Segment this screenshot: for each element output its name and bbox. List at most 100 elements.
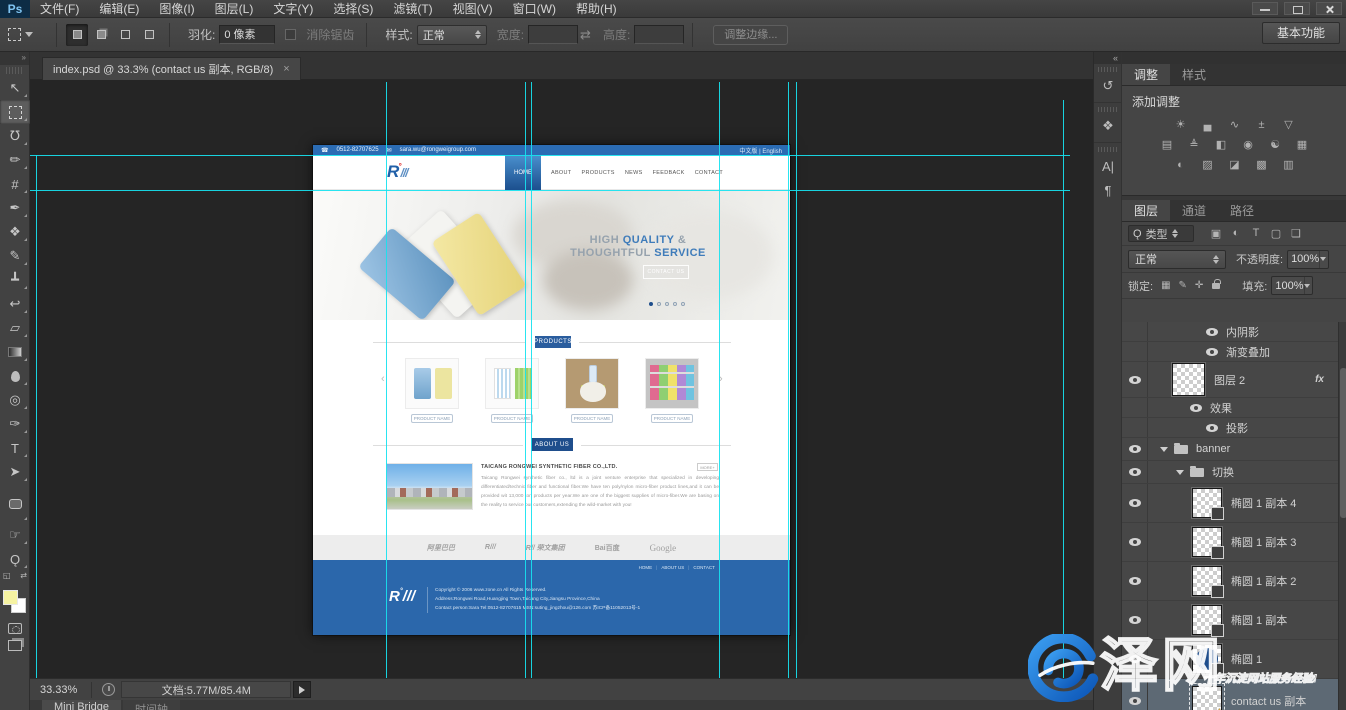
- restore-button[interactable]: [1284, 2, 1310, 15]
- expand-triangle-icon[interactable]: [1160, 447, 1168, 452]
- visibility-toggle[interactable]: [1122, 601, 1148, 639]
- 切换[interactable]: 切换: [1122, 461, 1338, 484]
- feather-input[interactable]: 0 像素: [219, 25, 275, 44]
- crop-tool[interactable]: #: [0, 172, 30, 196]
- visibility-toggle[interactable]: [1122, 640, 1148, 678]
- visibility-toggle[interactable]: [1122, 484, 1148, 522]
- 椭圆 1 副本[interactable]: 椭圆 1 副本: [1122, 601, 1338, 640]
- panel-grip[interactable]: [1098, 107, 1117, 112]
- eyedropper-tool[interactable]: ✒: [0, 196, 30, 220]
- visibility-toggle[interactable]: [1122, 342, 1148, 361]
- tool-preset-picker[interactable]: [8, 24, 48, 46]
- lock-all-icon[interactable]: [1212, 283, 1220, 289]
- path-selection-tool[interactable]: ➤: [0, 460, 30, 484]
- visibility-toggle[interactable]: [1122, 418, 1148, 437]
- lasso-tool[interactable]: ℧: [0, 124, 30, 148]
- black-white-icon[interactable]: ◧: [1211, 137, 1231, 152]
- menu-item[interactable]: 文件(F): [30, 0, 89, 18]
- filter-type-select[interactable]: Ǫ 类型: [1128, 225, 1194, 242]
- tab-styles[interactable]: 样式: [1170, 64, 1218, 85]
- guide-horizontal[interactable]: [30, 155, 1070, 156]
- zoom-tool[interactable]: Ǫ: [0, 547, 30, 571]
- guide-vertical[interactable]: [796, 82, 797, 678]
- antialias-checkbox[interactable]: [285, 29, 296, 40]
- screen-mode-button[interactable]: [8, 640, 22, 651]
- tab-layers[interactable]: 图层: [1122, 200, 1170, 221]
- status-menu-arrow[interactable]: [293, 681, 311, 698]
- levels-icon[interactable]: ▄: [1198, 117, 1218, 132]
- guide-vertical[interactable]: [788, 82, 789, 678]
- 图层 2[interactable]: 图层 2 fx: [1122, 362, 1338, 398]
- guide-vertical[interactable]: [531, 82, 532, 678]
- invert-icon[interactable]: ◐: [1171, 157, 1191, 172]
- history-panel-icon[interactable]: ↺: [1094, 74, 1122, 98]
- color-balance-icon[interactable]: ≜: [1184, 137, 1204, 152]
- gradient-map-icon[interactable]: ▩: [1252, 157, 1272, 172]
- guide-vertical[interactable]: [719, 82, 720, 678]
- layer-thumbnail[interactable]: [1192, 527, 1222, 557]
- guide-vertical[interactable]: [36, 155, 37, 678]
- filter-adjustment-layers-icon[interactable]: ◐: [1228, 227, 1244, 240]
- filter-smart-objects-icon[interactable]: ❏: [1288, 227, 1304, 240]
- tab-adjustments[interactable]: 调整: [1122, 64, 1170, 85]
- vibrance-icon[interactable]: ▽: [1279, 117, 1299, 132]
- 内阴影[interactable]: 内阴影: [1122, 322, 1338, 342]
- 椭圆 1 副本 3[interactable]: 椭圆 1 副本 3: [1122, 523, 1338, 562]
- brightness-contrast-icon[interactable]: ☀: [1171, 117, 1191, 132]
- quick-selection-tool[interactable]: ✏: [0, 148, 30, 172]
- menu-item[interactable]: 图像(I): [149, 0, 204, 18]
- guide-vertical[interactable]: [386, 82, 387, 678]
- photo-filter-icon[interactable]: ◉: [1238, 137, 1258, 152]
- lock-pixels-icon[interactable]: ✎: [1179, 280, 1187, 291]
- new-selection-button[interactable]: [66, 24, 88, 46]
- clone-stamp-tool[interactable]: ┻: [0, 268, 30, 292]
- eye-icon[interactable]: [1206, 328, 1218, 336]
- eye-icon[interactable]: [1206, 424, 1218, 432]
- layer-thumbnail[interactable]: [1192, 644, 1222, 674]
- lock-transparency-icon[interactable]: ▦: [1161, 280, 1170, 291]
- swap-dimensions-icon[interactable]: ⇄: [580, 27, 591, 43]
- add-to-selection-button[interactable]: [90, 24, 112, 46]
- rectangular-marquee-tool[interactable]: [0, 100, 30, 124]
- healing-brush-tool[interactable]: ❖: [0, 220, 30, 244]
- 椭圆 1 副本 2[interactable]: 椭圆 1 副本 2: [1122, 562, 1338, 601]
- channel-mixer-icon[interactable]: ☯: [1265, 137, 1285, 152]
- blur-tool[interactable]: [0, 364, 30, 388]
- eye-icon[interactable]: [1206, 348, 1218, 356]
- tab-mini-bridge[interactable]: Mini Bridge: [42, 700, 121, 710]
- dock-collapse-icon[interactable]: «: [1094, 52, 1121, 64]
- swap-colors-icon[interactable]: ◱⇄: [0, 571, 30, 583]
- menu-item[interactable]: 文字(Y): [263, 0, 323, 18]
- quick-mask-button[interactable]: [8, 623, 22, 634]
- panel-grip[interactable]: [1098, 67, 1117, 72]
- eye-icon[interactable]: [1190, 404, 1202, 412]
- visibility-toggle[interactable]: [1122, 438, 1148, 460]
- pen-tool[interactable]: ✑: [0, 412, 30, 436]
- tab-channels[interactable]: 通道: [1170, 200, 1218, 221]
- color-lookup-icon[interactable]: ▦: [1292, 137, 1312, 152]
- menu-item[interactable]: 选择(S): [323, 0, 383, 18]
- posterize-icon[interactable]: ▨: [1198, 157, 1218, 172]
- layer-thumbnail[interactable]: [1192, 605, 1222, 635]
- guide-vertical[interactable]: [525, 82, 526, 678]
- layers-scrollbar[interactable]: [1338, 322, 1346, 710]
- visibility-toggle[interactable]: [1122, 562, 1148, 600]
- paragraph-panel-icon[interactable]: ¶: [1094, 178, 1122, 202]
- threshold-icon[interactable]: ◪: [1225, 157, 1245, 172]
- filter-shape-layers-icon[interactable]: ▢: [1268, 227, 1284, 240]
- menu-item[interactable]: 窗口(W): [503, 0, 566, 18]
- workspace-switcher-button[interactable]: 基本功能: [1262, 22, 1340, 44]
- brush-tool[interactable]: ✎: [0, 244, 30, 268]
- 投影[interactable]: 投影: [1122, 418, 1338, 438]
- blend-mode-select[interactable]: 正常: [1128, 250, 1226, 269]
- 椭圆 1[interactable]: 椭圆 1: [1122, 640, 1338, 679]
- opacity-value[interactable]: 100%: [1287, 250, 1329, 269]
- height-input[interactable]: [634, 25, 684, 44]
- guide-horizontal[interactable]: [30, 190, 1070, 191]
- menu-item[interactable]: 图层(L): [205, 0, 264, 18]
- rounded-rectangle-tool[interactable]: [0, 484, 30, 523]
- history-brush-tool[interactable]: ↩: [0, 292, 30, 316]
- gradient-tool[interactable]: [0, 340, 30, 364]
- 效果[interactable]: 效果: [1122, 398, 1338, 418]
- scrollbar-thumb[interactable]: [1340, 368, 1346, 518]
